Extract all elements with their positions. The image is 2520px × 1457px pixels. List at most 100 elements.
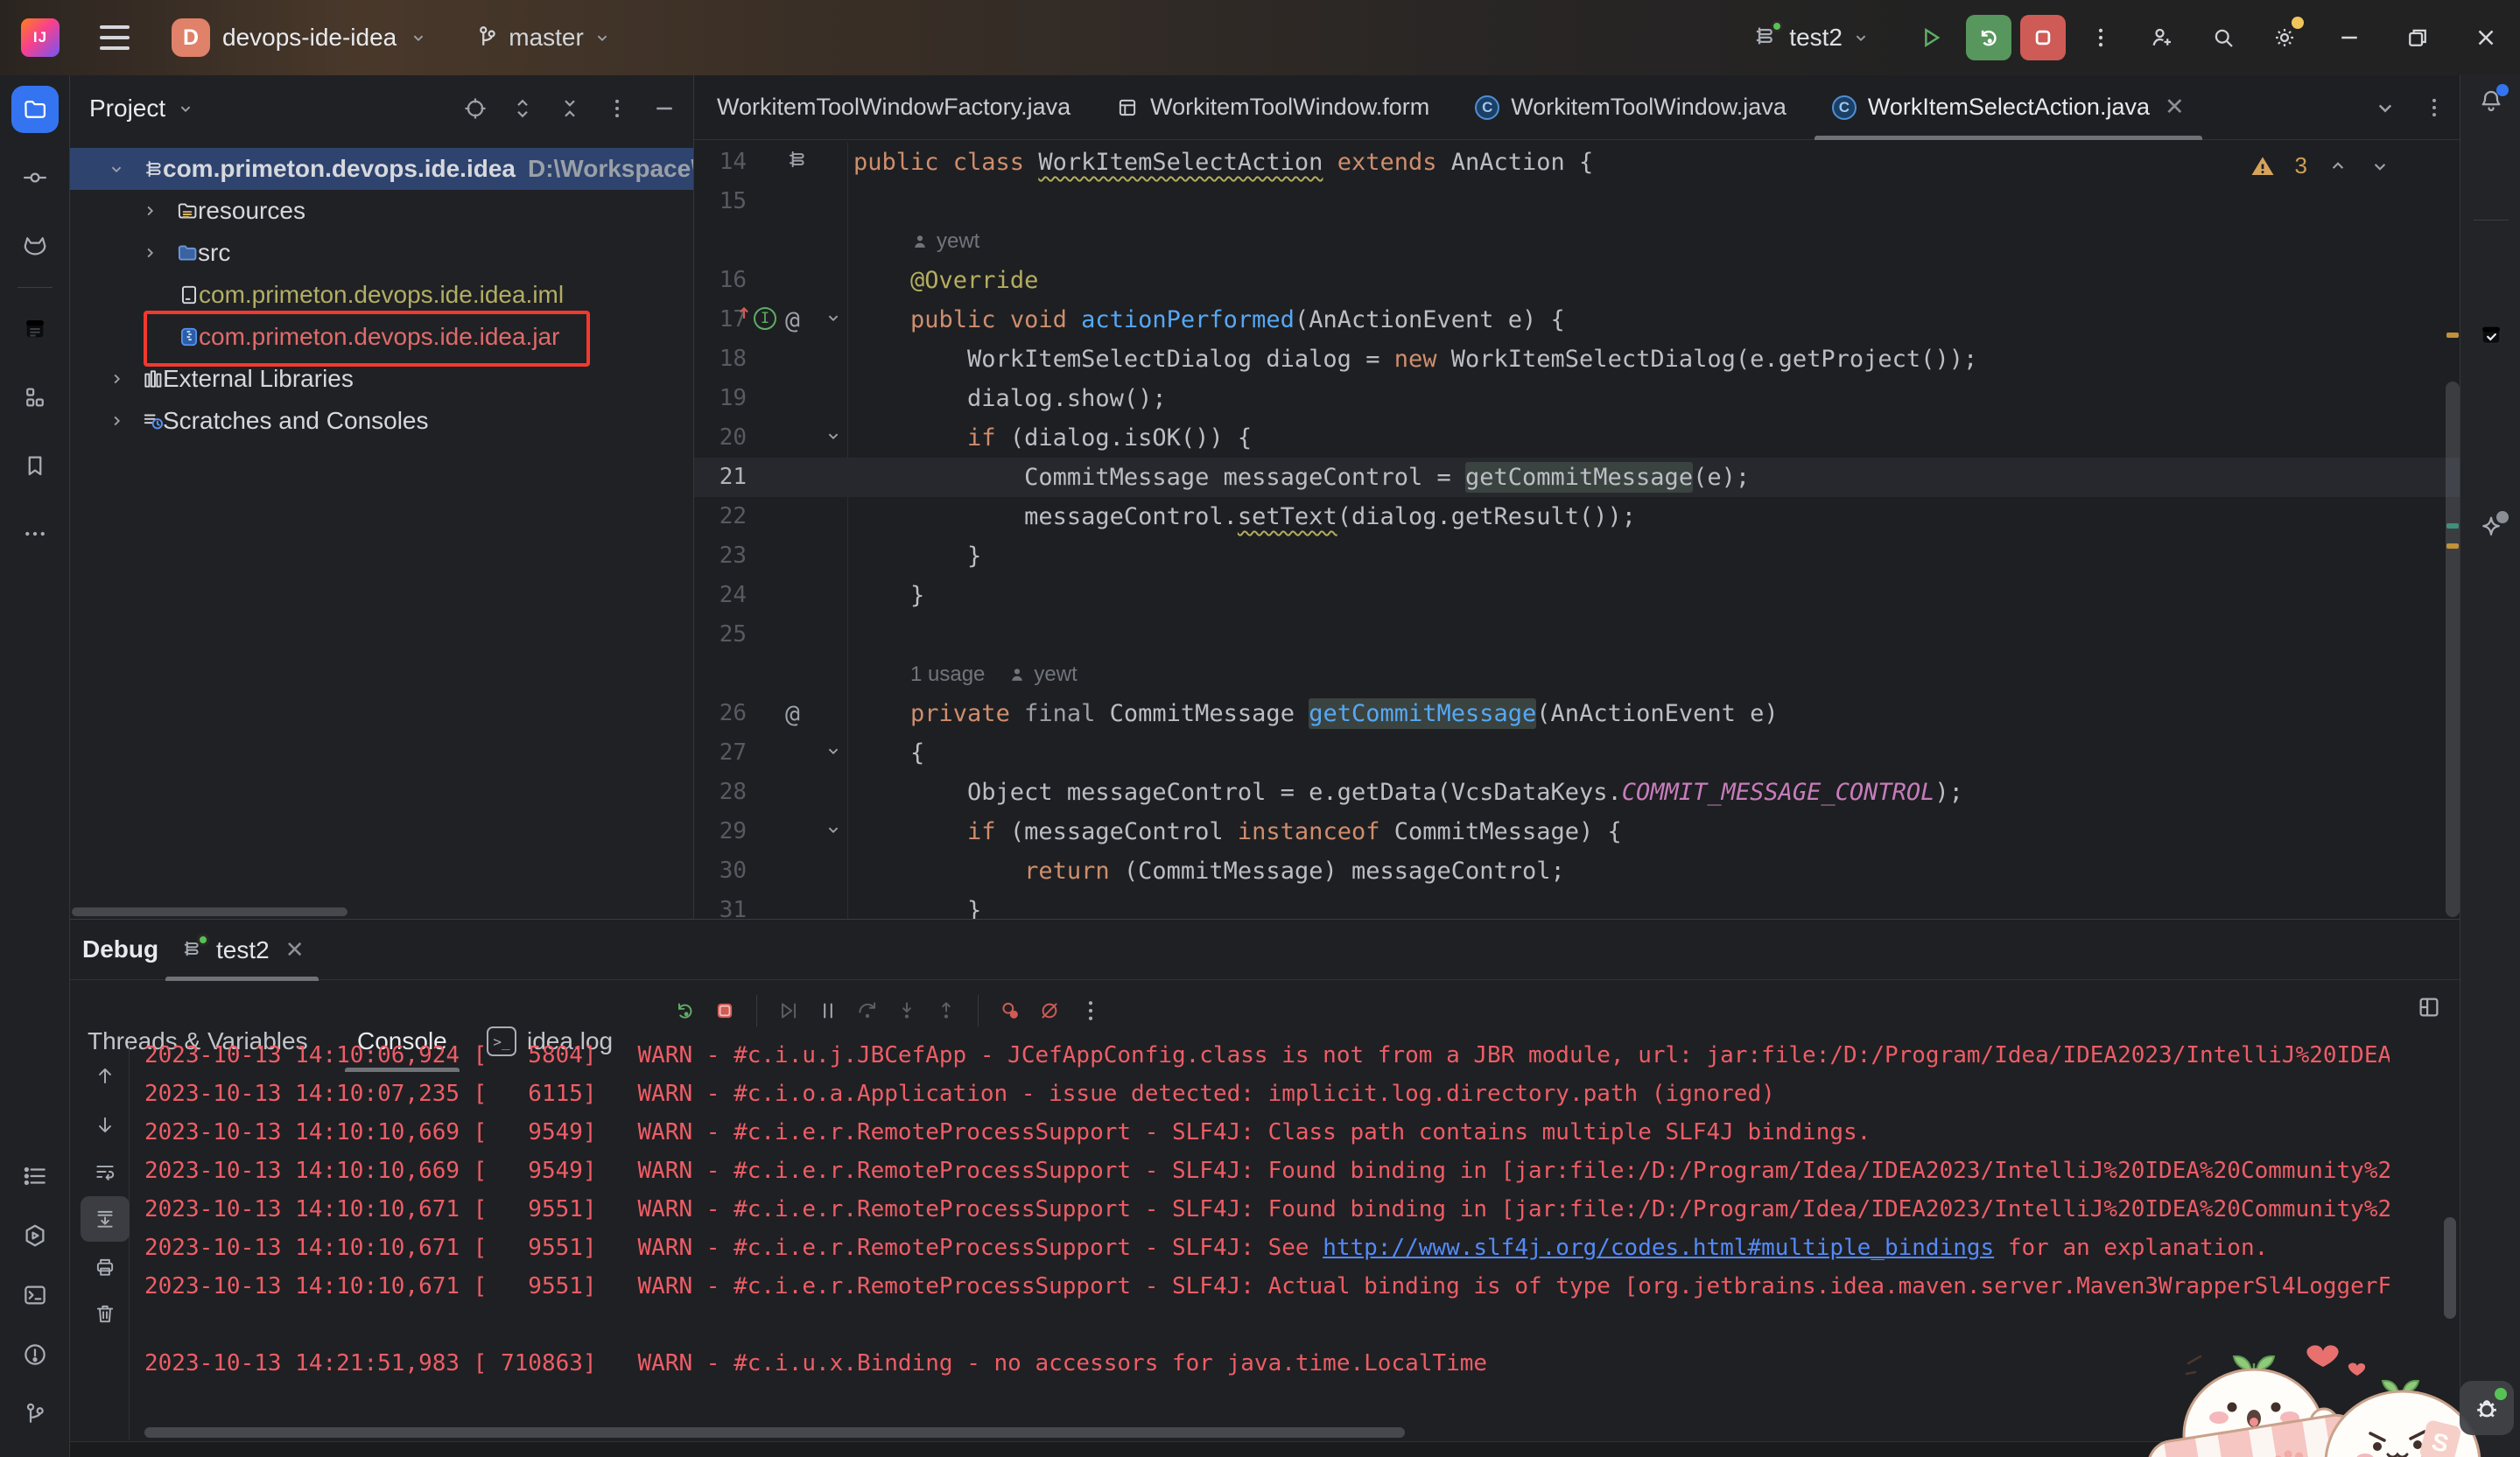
more-v-button[interactable] <box>1077 998 1104 1024</box>
editor-tab-active[interactable]: CWorkItemSelectAction.java✕ <box>1809 75 2208 140</box>
code-vision-hint[interactable]: yewt <box>694 221 2460 261</box>
debug-session-tab[interactable]: test2 ✕ <box>162 920 322 980</box>
editor-tab[interactable]: WorkitemToolWindow.form <box>1093 75 1452 140</box>
sidebar-item-project[interactable] <box>0 75 70 144</box>
tree-item[interactable]: Scratches and Consoles <box>70 400 693 442</box>
sidebar-item-problems[interactable] <box>22 1341 48 1368</box>
clear-button[interactable] <box>88 1296 123 1331</box>
console-horizontal-scrollbar[interactable] <box>144 1427 1405 1438</box>
project-panel-title[interactable]: Project <box>89 95 165 123</box>
close-tab-icon[interactable]: ✕ <box>2165 94 2185 121</box>
step-into-button[interactable] <box>895 999 918 1022</box>
chevron-down-icon[interactable] <box>176 99 195 118</box>
warnings-count[interactable]: 3 <box>2295 152 2307 179</box>
expand-all-icon[interactable] <box>509 95 536 122</box>
sidebar-item-services[interactable] <box>22 1222 48 1249</box>
sidebar-item-build-tool[interactable] <box>2460 322 2520 348</box>
run-button[interactable] <box>1908 15 1954 60</box>
restore-button[interactable] <box>2383 0 2452 75</box>
chevron-right-icon[interactable] <box>107 411 126 431</box>
code-line[interactable]: 15 <box>694 182 2460 221</box>
log-line[interactable]: 2023-10-13 14:10:10,669 [ 9549] WARN - #… <box>140 1113 2390 1152</box>
chevron-down-icon[interactable] <box>107 159 126 179</box>
print-button[interactable] <box>88 1250 123 1285</box>
annotation-gutter-icon[interactable]: @ <box>785 305 800 334</box>
project-widget[interactable]: D devops-ide-idea <box>172 18 428 57</box>
code-line[interactable]: 16 @Override <box>694 261 2460 300</box>
log-hyperlink[interactable]: http://www.slf4j.org/codes.html#multiple… <box>1323 1235 1994 1261</box>
console-vertical-scrollbar[interactable] <box>2444 1217 2456 1319</box>
code-line[interactable]: 19 dialog.show(); <box>694 379 2460 418</box>
settings-button[interactable] <box>2262 15 2307 60</box>
log-line[interactable]: 2023-10-13 14:10:10,671 [ 9551] WARN - #… <box>140 1267 2390 1306</box>
log-line[interactable] <box>140 1306 2390 1344</box>
layout-settings-icon[interactable] <box>2416 994 2442 1020</box>
warning-stripe-mark[interactable] <box>2446 543 2459 549</box>
debug-panel-title[interactable]: Debug <box>82 935 158 963</box>
stop-button[interactable] <box>2020 15 2066 60</box>
sidebar-item-ai-assistant[interactable] <box>2460 515 2520 541</box>
resume-button[interactable] <box>777 999 800 1022</box>
sidebar-item-commit[interactable] <box>0 144 70 212</box>
code-line[interactable]: 14public class WorkItemSelectAction exte… <box>694 143 2460 182</box>
previous-warning-icon[interactable] <box>2327 155 2349 178</box>
locate-file-icon[interactable] <box>462 95 488 122</box>
code-line[interactable]: 24 } <box>694 576 2460 615</box>
scroll-to-end-button[interactable] <box>88 1201 123 1236</box>
sidebar-item-more-tools[interactable] <box>0 500 70 568</box>
more-actions-button[interactable] <box>2078 15 2123 60</box>
tab-options-icon[interactable] <box>2421 95 2447 121</box>
editor-vertical-scrollbar[interactable] <box>2446 382 2460 917</box>
annotation-gutter-icon[interactable]: @ <box>785 699 800 728</box>
collapse-all-icon[interactable] <box>557 95 583 122</box>
code-line[interactable]: 22 messageControl.setText(dialog.getResu… <box>694 497 2460 536</box>
code-line[interactable]: 31 } <box>694 891 2460 919</box>
rerun-debug-button[interactable] <box>674 999 697 1022</box>
up-button[interactable] <box>88 1058 123 1093</box>
sidebar-item-gitlab[interactable] <box>0 212 70 280</box>
log-line[interactable]: 2023-10-13 14:21:51,983 [ 710863] WARN -… <box>140 1344 2390 1383</box>
code-line[interactable]: 25 <box>694 615 2460 655</box>
down-button[interactable] <box>88 1108 123 1143</box>
code-line[interactable]: 27 { <box>694 733 2460 773</box>
fold-chevron-icon[interactable] <box>824 741 843 760</box>
log-line[interactable]: 2023-10-13 14:10:06,924 [ 5804] WARN - #… <box>140 1036 2390 1075</box>
code-with-me-button[interactable] <box>2139 15 2185 60</box>
sidebar-item-terminal[interactable] <box>22 1282 48 1308</box>
tab-list-chevron-icon[interactable] <box>2372 95 2398 121</box>
code-line[interactable]: 30 return (CommitMessage) messageControl… <box>694 851 2460 891</box>
warning-stripe-mark[interactable] <box>2446 333 2459 338</box>
code-area[interactable]: 14public class WorkItemSelectAction exte… <box>694 143 2460 919</box>
sidebar-item-bookmarks[interactable] <box>0 431 70 500</box>
tree-item[interactable]: com.primeton.devops.ide.idea.iml <box>70 274 693 316</box>
step-over-button[interactable] <box>856 999 879 1022</box>
main-menu-button[interactable] <box>95 20 135 55</box>
log-line[interactable]: 2023-10-13 14:10:10,671 [ 9551] WARN - #… <box>140 1229 2390 1267</box>
console-output[interactable]: 2023-10-13 14:10:06,924 [ 5804] WARN - #… <box>140 1036 2390 1421</box>
soft-wrap-button[interactable] <box>88 1154 123 1189</box>
plugin-gutter-icon[interactable] <box>785 148 808 171</box>
hide-panel-icon[interactable] <box>651 95 677 122</box>
code-line[interactable]: 18 WorkItemSelectDialog dialog = new Wor… <box>694 340 2460 379</box>
code-line[interactable]: 26@ private final CommitMessage getCommi… <box>694 694 2460 733</box>
editor-tab[interactable]: WorkitemToolWindowFactory.java <box>694 75 1093 140</box>
tree-item[interactable]: com.primeton.devops.ide.idea.jar <box>70 316 693 358</box>
rerun-debug-button[interactable] <box>1966 15 2011 60</box>
mute-breakpoints-button[interactable] <box>1038 999 1061 1022</box>
chevron-right-icon[interactable] <box>107 369 126 389</box>
view-breakpoints-button[interactable] <box>999 999 1021 1022</box>
step-out-button[interactable] <box>935 999 958 1022</box>
fold-chevron-icon[interactable] <box>824 426 843 445</box>
chevron-right-icon[interactable] <box>140 243 159 263</box>
sidebar-item-notifications[interactable] <box>2460 88 2520 114</box>
tree-item[interactable]: com.primeton.devops.ide.ideaD:\Workspace… <box>70 148 693 190</box>
chevron-right-icon[interactable] <box>140 201 159 221</box>
stop-button[interactable] <box>713 999 736 1022</box>
vcs-branch-widget[interactable]: master <box>474 24 612 52</box>
sidebar-item-version-control[interactable] <box>22 1401 48 1427</box>
log-line[interactable]: 2023-10-13 14:10:07,235 [ 6115] WARN - #… <box>140 1075 2390 1113</box>
sidebar-item-plugin-tool[interactable] <box>0 295 70 363</box>
code-vision-hint[interactable]: 1 usageyewt <box>694 655 2460 694</box>
minimize-button[interactable] <box>2315 0 2383 75</box>
code-line[interactable]: 29 if (messageControl instanceof CommitM… <box>694 812 2460 851</box>
